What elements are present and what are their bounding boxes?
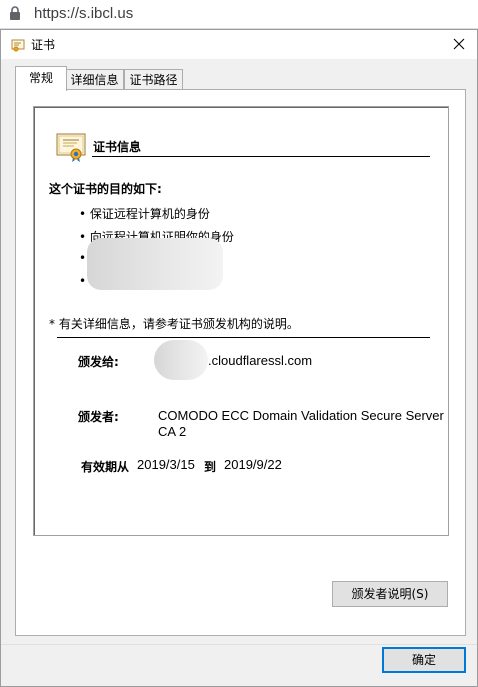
purpose-item: • 保证远程计算机的身份 xyxy=(79,207,210,221)
lock-icon[interactable] xyxy=(9,6,21,24)
tab-details[interactable]: 详细信息 xyxy=(65,69,124,90)
dialog-title: 证书 xyxy=(31,38,56,52)
purpose-item-redacted: • xyxy=(79,274,87,288)
issued-by-value: COMODO ECC Domain Validation Secure Serv… xyxy=(158,408,444,423)
ok-button[interactable]: 确定 xyxy=(382,647,466,673)
close-icon[interactable] xyxy=(445,31,473,57)
issued-to-label: 颁发给: xyxy=(78,355,119,369)
info-note: * 有关详细信息，请参考证书颁发机构的说明。 xyxy=(49,317,299,331)
valid-to-value: 2019/9/22 xyxy=(224,457,282,472)
validity-label: 有效期从 xyxy=(81,460,130,474)
valid-from-value: 2019/3/15 xyxy=(137,457,195,472)
address-bar[interactable]: https://s.ibcl.us xyxy=(0,0,478,29)
tab-certification-path[interactable]: 证书路径 xyxy=(124,69,183,90)
certificate-info-heading: 证书信息 xyxy=(93,140,142,154)
url-text[interactable]: https://s.ibcl.us xyxy=(34,5,133,22)
tab-general[interactable]: 常规 xyxy=(15,66,67,91)
validity-to-label: 到 xyxy=(204,460,217,474)
issued-by-label: 颁发者: xyxy=(78,410,119,424)
redaction-blur xyxy=(154,340,208,380)
certificate-icon xyxy=(56,132,86,165)
redaction-blur xyxy=(87,238,223,290)
purpose-title: 这个证书的目的如下: xyxy=(49,182,162,196)
certificate-small-icon xyxy=(11,38,25,55)
issued-to-value: .cloudflaressl.com xyxy=(208,353,313,368)
issuer-statement-button[interactable]: 颁发者说明(S) xyxy=(332,581,448,607)
details-divider xyxy=(57,337,430,338)
heading-divider xyxy=(92,156,430,157)
certificate-dialog: 证书 常规 详细信息 证书路径 证书信息 这个证书的目的如下: • 保证远程计算… xyxy=(0,29,478,687)
general-tab-panel: 证书信息 这个证书的目的如下: • 保证远程计算机的身份 • 向远程计算机证明你… xyxy=(15,89,466,636)
purpose-item-redacted: • xyxy=(79,251,87,265)
footer-separator xyxy=(1,644,477,645)
issued-by-value-line2: CA 2 xyxy=(158,424,187,439)
dialog-titlebar: 证书 xyxy=(1,30,477,59)
certificate-info-box: 证书信息 这个证书的目的如下: • 保证远程计算机的身份 • 向远程计算机证明你… xyxy=(33,106,449,536)
